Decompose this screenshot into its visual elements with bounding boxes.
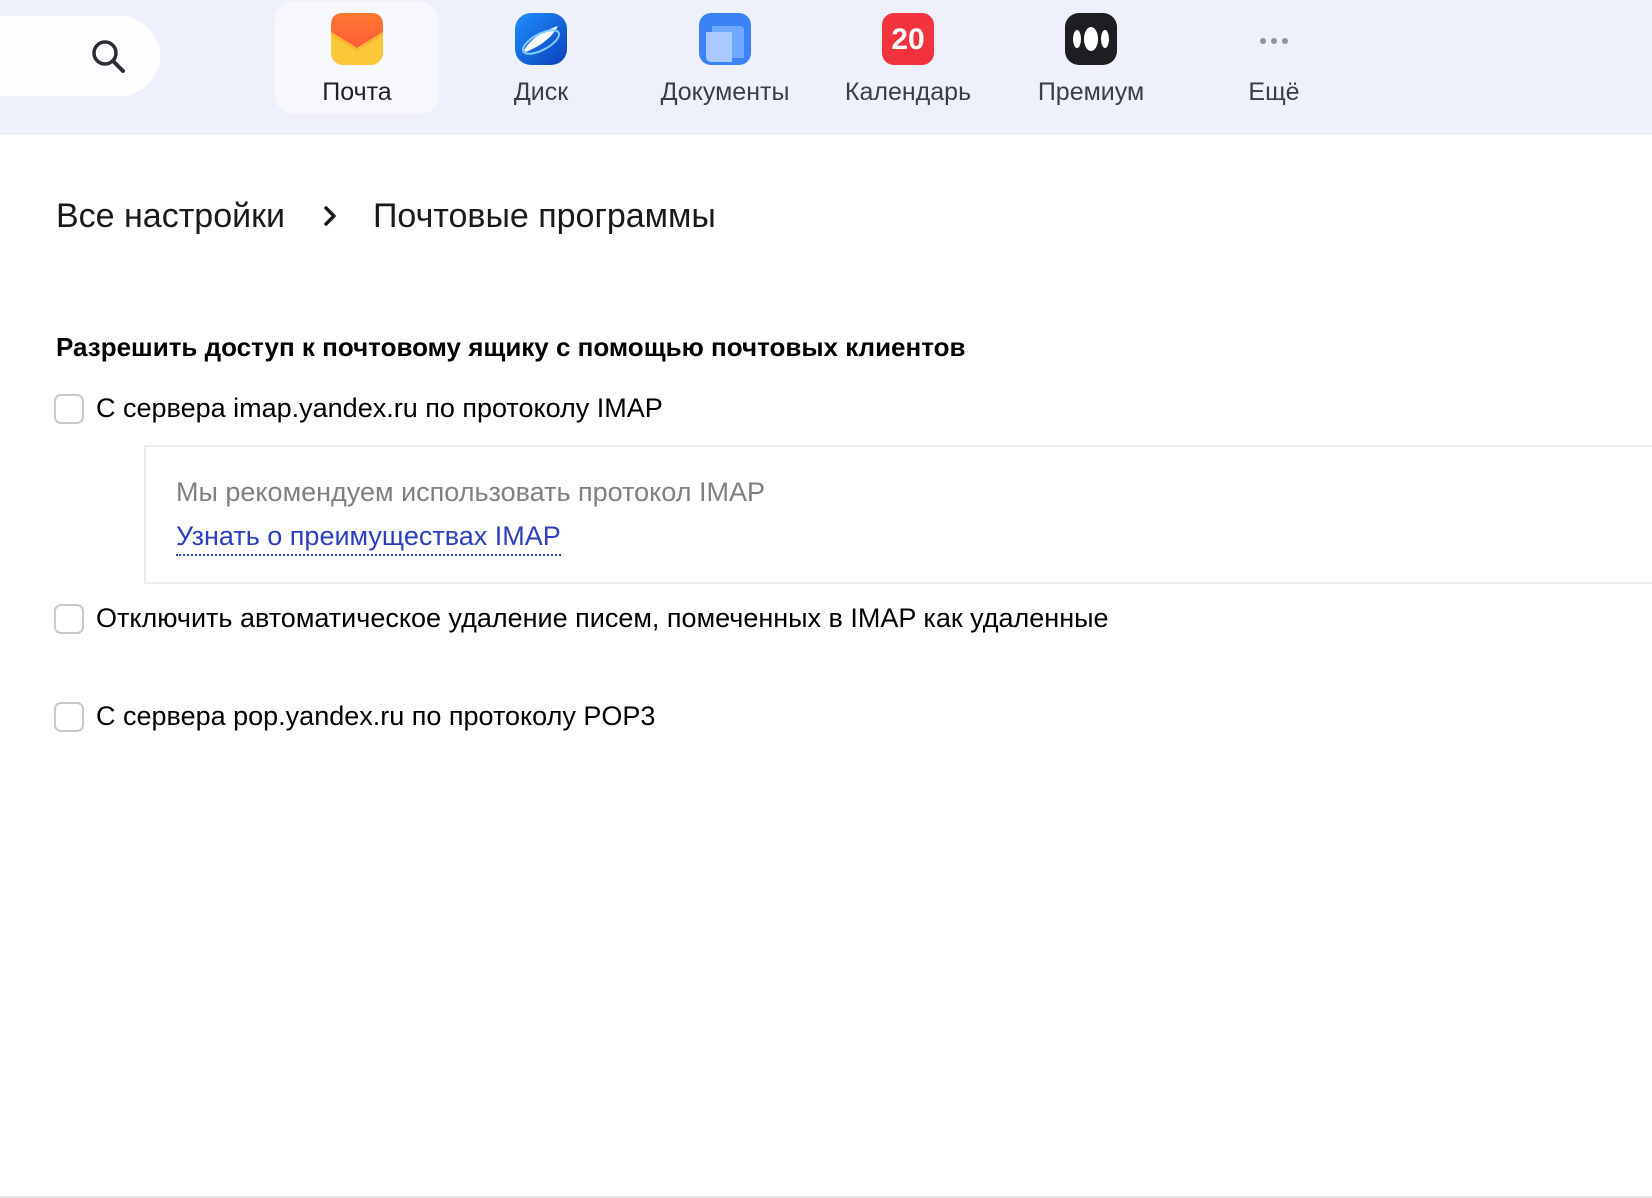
nav-premium-label: Премиум [1037, 78, 1145, 106]
pop3-option-label[interactable]: С сервера pop.yandex.ru по протоколу POP… [96, 701, 655, 732]
search-button[interactable] [0, 16, 160, 96]
pop3-checkbox[interactable] [54, 701, 84, 732]
more-dots-icon [1260, 38, 1288, 44]
nav-documents[interactable]: Документы [643, 2, 807, 114]
nav-disk-label: Диск [513, 78, 569, 106]
disable-autodelete-option-label[interactable]: Отключить автоматическое удаление писем,… [96, 603, 1109, 634]
imap-option-label[interactable]: С сервера imap.yandex.ru по протоколу IM… [96, 393, 663, 424]
breadcrumb: Все настройки Почтовые программы [56, 196, 716, 236]
top-navigation-bar: Почта Диск Документы 20 Календарь Премиу… [0, 0, 1652, 134]
disable-autodelete-checkbox[interactable] [54, 603, 84, 634]
nav-documents-label: Документы [660, 78, 790, 106]
imap-recommendation-text: Мы рекомендуем использовать протокол IMA… [176, 477, 765, 507]
section-title: Разрешить доступ к почтовому ящику с пом… [56, 332, 966, 362]
calendar-icon: 20 [882, 13, 934, 65]
breadcrumb-current-page: Почтовые программы [372, 196, 716, 235]
imap-checkbox[interactable] [54, 393, 84, 424]
nav-calendar[interactable]: 20 Календарь [826, 2, 990, 114]
imap-benefits-link[interactable]: Узнать о преимуществах IMAP [176, 521, 561, 556]
disable-autodelete-option[interactable]: Отключить автоматическое удаление писем,… [54, 603, 1109, 634]
nav-disk[interactable]: Диск [459, 2, 623, 114]
mail-envelope-icon [330, 13, 384, 65]
nav-more[interactable]: Ещё [1192, 2, 1356, 114]
premium-icon [1065, 13, 1117, 65]
nav-calendar-label: Календарь [844, 78, 972, 106]
search-icon[interactable] [88, 36, 128, 76]
disk-cloud-icon [515, 13, 567, 65]
documents-icon [699, 13, 751, 65]
pop3-option[interactable]: С сервера pop.yandex.ru по протоколу POP… [54, 701, 655, 732]
chevron-right-icon [324, 206, 336, 226]
imap-option[interactable]: С сервера imap.yandex.ru по протоколу IM… [54, 393, 663, 424]
calendar-badge-number: 20 [891, 23, 924, 56]
nav-mail[interactable]: Почта [275, 2, 439, 114]
nav-premium[interactable]: Премиум [1009, 2, 1173, 114]
imap-recommendation-box: Мы рекомендуем использовать протокол IMA… [144, 445, 1652, 584]
nav-mail-label: Почта [322, 78, 392, 106]
breadcrumb-all-settings-link[interactable]: Все настройки [56, 197, 285, 236]
nav-more-label: Ещё [1248, 78, 1300, 106]
